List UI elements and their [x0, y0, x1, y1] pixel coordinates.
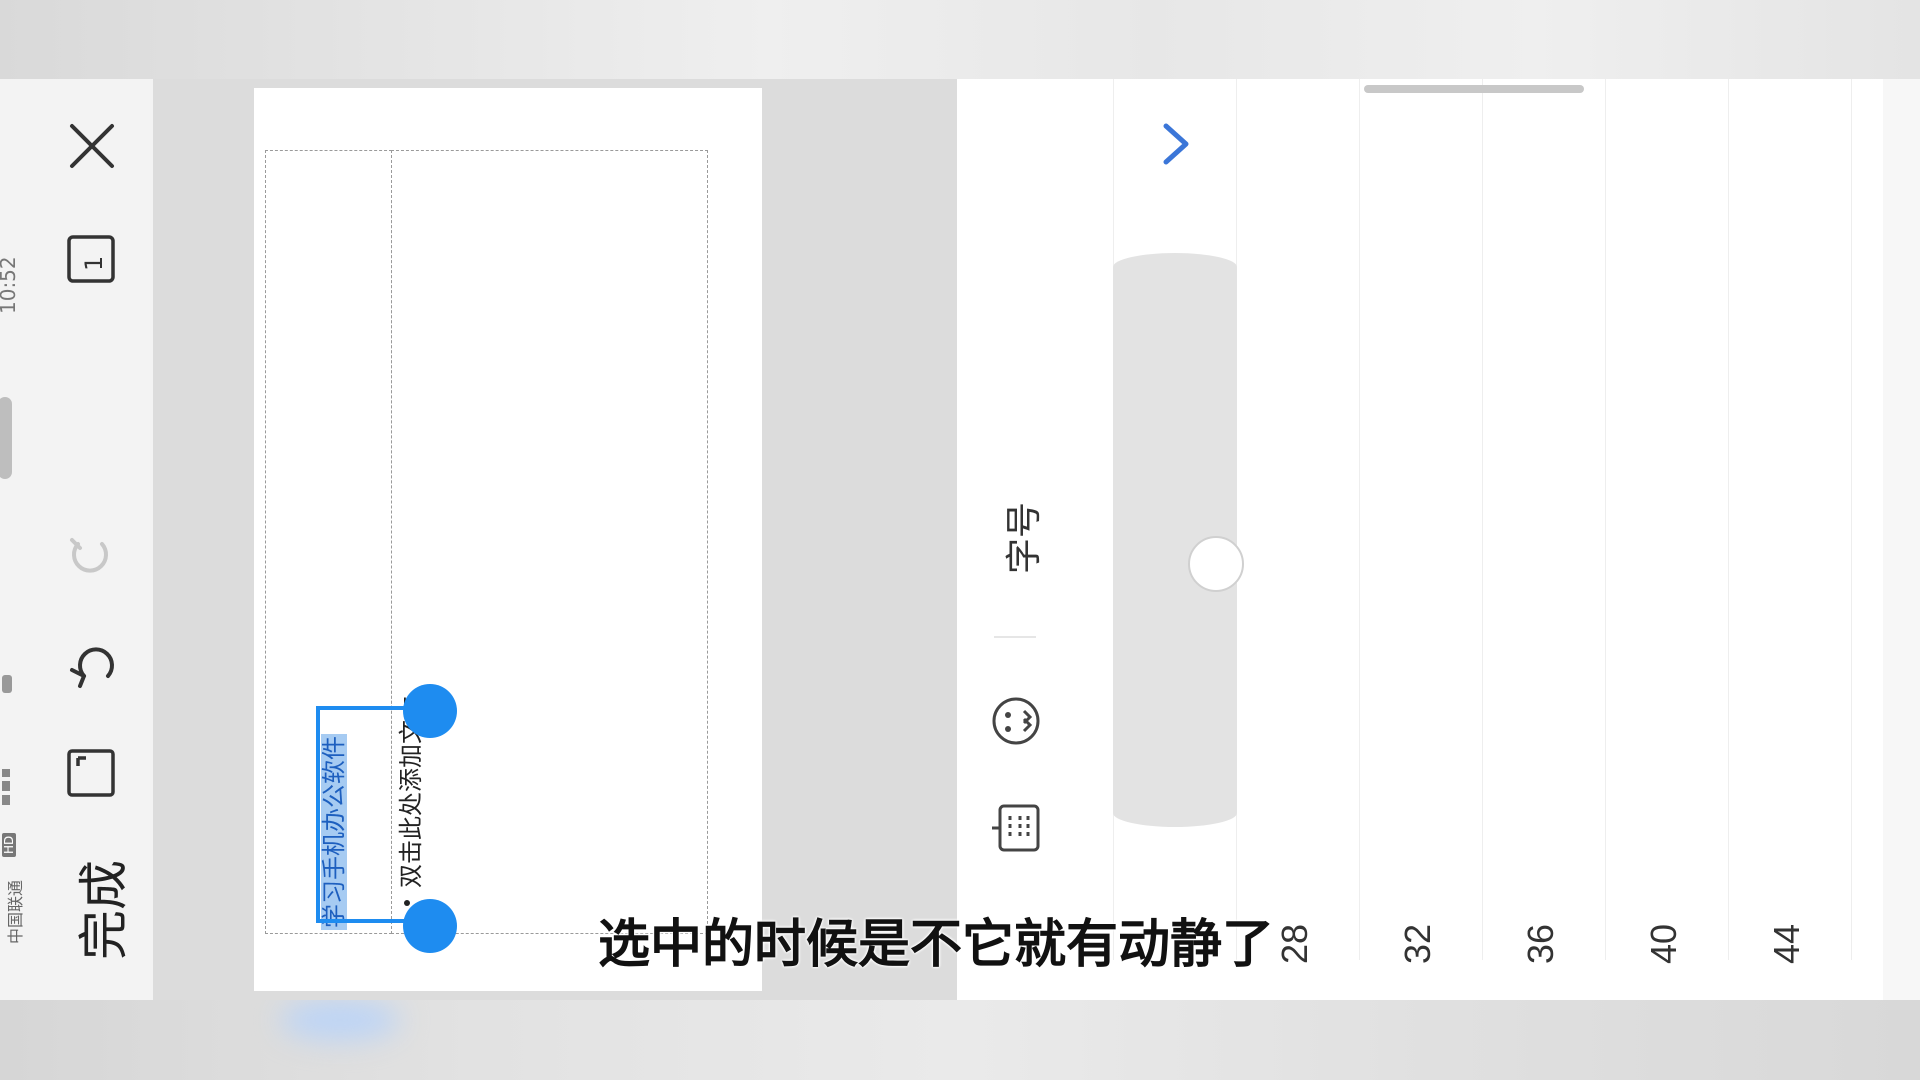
- toolbar-divider: [994, 636, 1036, 638]
- body-placeholder[interactable]: [391, 150, 708, 934]
- expand-chevron-icon[interactable]: [1156, 120, 1196, 168]
- selection-handle-end[interactable]: [403, 899, 457, 953]
- blurred-highlight: [280, 1000, 400, 1040]
- panel-scroll-indicator: [1364, 85, 1584, 93]
- close-icon[interactable]: [66, 120, 118, 172]
- column-divider: [1482, 79, 1483, 960]
- column-divider: [1851, 79, 1852, 960]
- page-count-number: 1: [80, 255, 108, 271]
- size-option-40[interactable]: 40: [1643, 924, 1685, 964]
- blurred-top-edge: [0, 0, 1920, 79]
- video-subtitle: 选中的时候是不它就有动静了: [598, 915, 1275, 975]
- keyboard-icon[interactable]: [990, 802, 1042, 854]
- size-option-32[interactable]: 32: [1397, 924, 1439, 964]
- selection-line-left: [316, 706, 320, 923]
- edge-panel: [1883, 79, 1920, 1000]
- hd-badge: HD: [2, 832, 16, 857]
- font-size-label[interactable]: 字号: [995, 502, 1047, 574]
- status-bar: 中国联通 HD 10:52: [0, 79, 26, 1000]
- wifi-icon: [2, 675, 12, 693]
- size-option-28[interactable]: 28: [1274, 924, 1316, 964]
- carrier-label: 中国联通: [6, 879, 25, 944]
- bullet-dot: [404, 900, 410, 906]
- column-divider: [1728, 79, 1729, 960]
- clock: 10:52: [0, 256, 20, 314]
- notification-icon: [0, 397, 12, 479]
- selection-handle-start[interactable]: [403, 684, 457, 738]
- size-option-44[interactable]: 44: [1766, 924, 1808, 964]
- done-button[interactable]: 完成: [64, 860, 136, 960]
- size-slider-thumb[interactable]: [1188, 536, 1244, 592]
- column-divider: [1605, 79, 1606, 960]
- emoji-icon[interactable]: [990, 695, 1042, 747]
- signal-icon: [2, 769, 12, 819]
- undo-icon[interactable]: [68, 640, 118, 690]
- page-count-icon[interactable]: 1: [66, 234, 116, 284]
- selected-text[interactable]: 学习手机办公软件: [320, 734, 348, 930]
- fit-screen-icon[interactable]: [66, 748, 116, 798]
- column-divider: [1359, 79, 1360, 960]
- size-option-36[interactable]: 36: [1520, 924, 1562, 964]
- redo-icon[interactable]: [68, 530, 118, 580]
